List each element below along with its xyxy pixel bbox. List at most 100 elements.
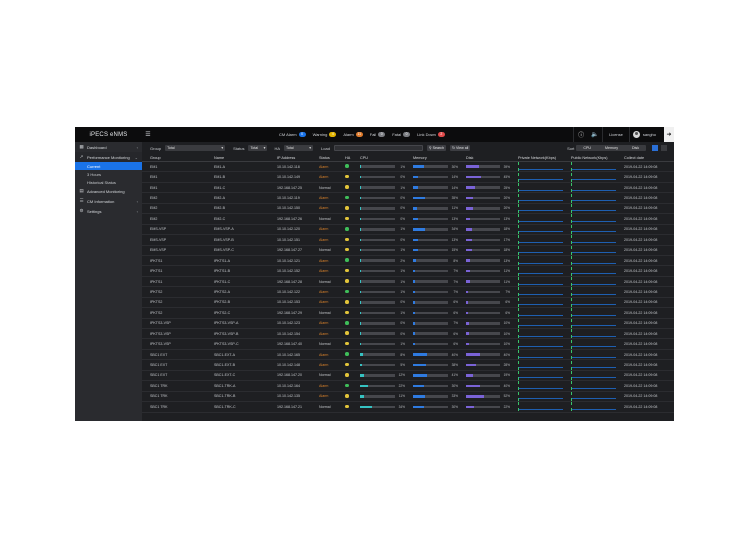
- view-all-button[interactable]: ↻ View all: [449, 145, 471, 151]
- disk-bar: 18%: [466, 248, 510, 252]
- info-icon[interactable]: ⓘ: [574, 127, 588, 142]
- table-row[interactable]: EM1 EM1-C 192.168.147.25 Normal 1% 14% 25% 2019…: [142, 183, 674, 194]
- memory-fill: [413, 217, 418, 221]
- group-select-value: Total: [167, 146, 175, 150]
- load-input[interactable]: [333, 145, 423, 151]
- name-cell: IPKTS2-C: [214, 310, 231, 315]
- alarm-counter[interactable]: Alarm 11: [343, 132, 363, 137]
- alarm-counter[interactable]: Warning 4: [313, 132, 337, 137]
- memory-fill: [413, 301, 416, 304]
- public-network-cell: [563, 391, 616, 401]
- table-row[interactable]: SBC1 TRK SBC1-TRK-A 10.10.142.164 Alarm 22% 3…: [142, 381, 674, 392]
- sidebar-subitem-history[interactable]: Historical Status: [75, 178, 142, 186]
- table-row[interactable]: SBC1 EXT SBC1-EXT-B 10.10.142.148 Alarm 5% 38…: [142, 360, 674, 371]
- ha-status-dot: [345, 279, 349, 283]
- group-select[interactable]: Total ▾: [165, 145, 226, 151]
- grid-view-icon[interactable]: [661, 145, 667, 151]
- table-row[interactable]: IPKTS1 IPKTS1-B 10.10.142.152 Alarm 1% 7% 11% 2…: [142, 266, 674, 277]
- cpu-track: [360, 290, 396, 294]
- speaker-icon[interactable]: 🔈: [588, 127, 602, 142]
- sidebar-subitem-3hours[interactable]: 3 Hours: [75, 170, 142, 178]
- column-header[interactable]: CPU: [352, 156, 405, 160]
- column-header[interactable]: Private Network(Kbps): [510, 156, 563, 160]
- table-row[interactable]: SBC1 TRK SBC1-TRK-C 192.168.147.21 Normal 34…: [142, 402, 674, 413]
- table-row[interactable]: EM2 EM2-A 10.10.142.119 Alarm 0% 35% 20% 2019-0…: [142, 193, 674, 204]
- status-cell: Alarm: [319, 300, 329, 305]
- column-header[interactable]: HA: [337, 156, 352, 160]
- hamburger-menu-icon[interactable]: ☰: [142, 127, 154, 142]
- table-row[interactable]: SBC1 EXT SBC1-EXT-C 192.168.147.20 Normal 12…: [142, 370, 674, 382]
- column-header[interactable]: IP Address: [269, 156, 311, 160]
- table-row[interactable]: IPKTS2 IPKTS2-C 192.168.147.29 Normal 1% 6% 6%…: [142, 308, 674, 319]
- sidebar-item-cm-info[interactable]: ☰ CM Information ‹: [75, 196, 142, 206]
- table-row[interactable]: IPKTS2 IPKTS2-A 10.10.142.122 Alarm 1% 7% 7% 20…: [142, 287, 674, 298]
- user-menu[interactable]: sangho: [630, 131, 664, 138]
- table-row[interactable]: EM1 EM1-A 10.10.142.118 Alarm 1% 30% 39% 2019-0…: [142, 162, 674, 173]
- column-header[interactable]: Status: [311, 156, 337, 160]
- column-header[interactable]: Collect date: [616, 156, 674, 160]
- cpu-cell: 1%: [352, 248, 405, 252]
- status-cell: Alarm: [319, 289, 329, 294]
- table-row[interactable]: SBC1 EXT SBC1-EXT-A 10.10.142.165 Alarm 8% 40…: [142, 350, 674, 361]
- column-header[interactable]: Group: [142, 156, 206, 160]
- sort-cpu-button[interactable]: CPU: [576, 145, 598, 151]
- cpu-track: [360, 207, 396, 210]
- private-network-sparkline: [518, 224, 563, 234]
- sort-memory-button[interactable]: Memory: [598, 145, 625, 151]
- alarm-counter[interactable]: Link Down 2: [417, 132, 445, 137]
- table-row[interactable]: IPKTS2 IPKTS2-B 10.10.142.153 Alarm 0% 6% 6% 20…: [142, 297, 674, 309]
- cpu-cell: 1%: [352, 227, 405, 231]
- name-cell: EM2-A: [214, 196, 225, 201]
- column-header[interactable]: Public Network(Kbps): [563, 156, 616, 160]
- status-select[interactable]: Total ▾: [248, 145, 268, 151]
- table-row[interactable]: EMS-VSP EMS-VSP-A 10.10.142.120 Alarm 1% 34% 1…: [142, 224, 674, 236]
- sidebar-subitem-current[interactable]: Current: [75, 162, 142, 170]
- table-row[interactable]: IPKTS3-VSP IPKTS3-VSP-C 192.168.147.40 Norm…: [142, 339, 674, 350]
- table-row[interactable]: EMS-VSP EMS-VSP-C 192.168.147.27 Normal 1% 15…: [142, 245, 674, 256]
- table-row[interactable]: IPKTS3-VSP IPKTS3-VSP-A 10.10.142.123 Alarm…: [142, 318, 674, 329]
- alarm-counter[interactable]: CM Alarm 0: [279, 132, 306, 137]
- column-header[interactable]: Disk: [458, 156, 510, 160]
- sidebar-item-settings[interactable]: ⚙ Settings ‹: [75, 206, 142, 216]
- table-row[interactable]: IPKTS3-VSP IPKTS3-VSP-B 10.10.142.154 Alarm…: [142, 329, 674, 340]
- alarm-counter[interactable]: Fail 0: [370, 132, 386, 137]
- license-link[interactable]: License: [603, 132, 629, 137]
- disk-fill: [466, 301, 469, 304]
- table-row[interactable]: IPKTS1 IPKTS1-C 192.168.147.28 Normal 1% 7% 11…: [142, 277, 674, 288]
- logout-icon[interactable]: ➜: [664, 127, 674, 142]
- table-row[interactable]: EM1 EM1-B 10.10.142.149 Alarm 0% 14% 45% 2019-0…: [142, 172, 674, 183]
- sort-disk-button[interactable]: Disk: [625, 145, 646, 151]
- private-network-sparkline: [518, 391, 563, 401]
- ha-select[interactable]: Total ▾: [284, 145, 314, 151]
- ha-status-dot: [345, 310, 349, 315]
- disk-percent: 13%: [503, 216, 510, 221]
- alarm-counter[interactable]: Fatal 0: [392, 132, 411, 137]
- table-row[interactable]: SBC1 TRK SBC1-TRK-B 10.10.142.135 Alarm 11% 3…: [142, 391, 674, 403]
- cpu-cell: 0%: [352, 217, 405, 221]
- sidebar-item-dashboard[interactable]: ▩ Dashboard ‹: [75, 142, 142, 152]
- table-row[interactable]: IPKTS1 IPKTS1-A 10.10.142.121 Alarm 2% 8% 13% 2…: [142, 256, 674, 267]
- search-button[interactable]: ⚲ Search: [426, 145, 446, 151]
- cpu-track: [360, 311, 396, 315]
- ha-status-dot: [345, 404, 349, 409]
- group-cell: IPKTS2: [150, 300, 163, 305]
- ha-status-dot: [345, 247, 349, 252]
- ip-cell: 192.168.147.25: [277, 185, 302, 190]
- sidebar-item-performance[interactable]: ↗ Performance Monitoring ⌄: [75, 152, 142, 162]
- table-row[interactable]: EM2 EM2-B 10.10.142.150 Alarm 0% 11% 20% 2019-0…: [142, 203, 674, 215]
- table-row[interactable]: EM2 EM2-C 192.168.147.26 Normal 0% 13% 13% 2019…: [142, 214, 674, 225]
- column-header[interactable]: Memory: [405, 156, 458, 160]
- sidebar-item-advanced[interactable]: ▤ Advanced Monitoring: [75, 186, 142, 196]
- column-header[interactable]: Name: [206, 156, 269, 160]
- collect-date-cell: 2019-04-22 14:09:08: [624, 227, 658, 232]
- private-network-cell: [510, 256, 563, 266]
- collect-date-cell: 2019-04-22 14:09:08: [624, 185, 658, 190]
- list-view-icon[interactable]: [652, 145, 658, 151]
- disk-percent: 13%: [503, 258, 510, 263]
- ha-status-dot: [345, 394, 349, 398]
- public-network-cell: [563, 370, 616, 380]
- table-row[interactable]: EMS-VSP EMS-VSP-B 10.10.142.151 Alarm 0% 13% 1…: [142, 235, 674, 246]
- memory-track: [413, 311, 449, 315]
- ip-cell: 10.10.142.118: [277, 164, 300, 169]
- memory-track: [413, 301, 449, 304]
